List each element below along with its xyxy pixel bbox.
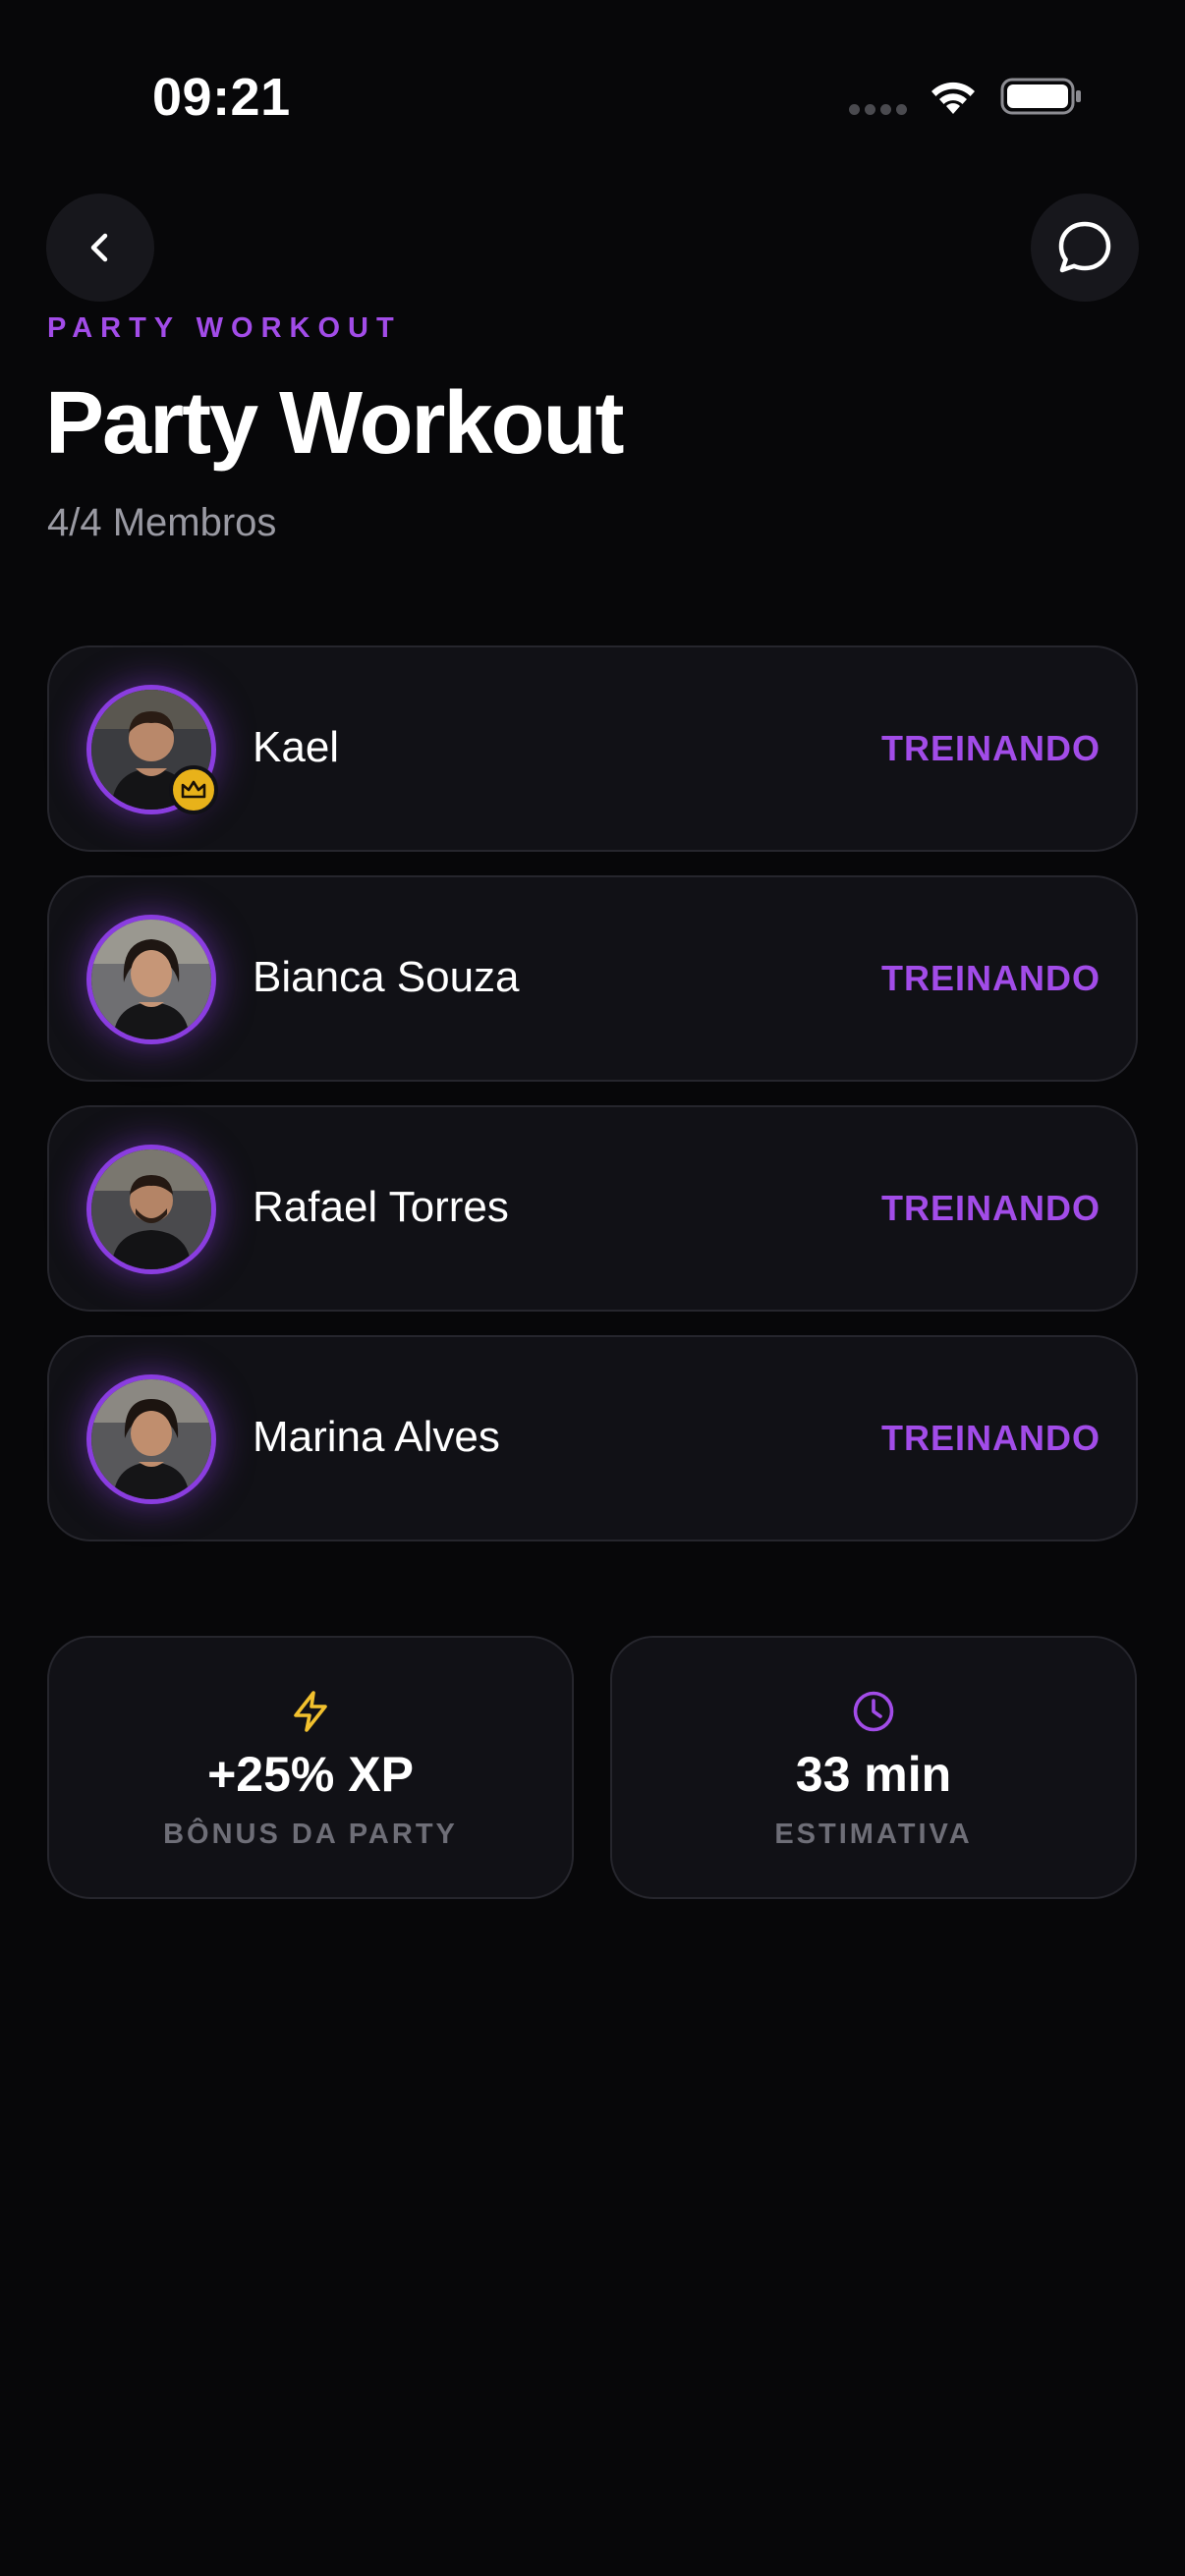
chat-button[interactable]: [1031, 194, 1139, 302]
member-list: Kael TREINANDO Bianca Souza TREINANDO Ra…: [47, 645, 1138, 1565]
page-title: Party Workout: [45, 374, 624, 473]
avatar: [86, 915, 216, 1044]
member-name: Kael: [253, 723, 340, 771]
status-bar: 09:21: [0, 0, 1185, 167]
back-button[interactable]: [46, 194, 154, 302]
lightning-icon: [294, 1691, 327, 1732]
party-bonus-label: BÔNUS DA PARTY: [163, 1819, 458, 1850]
member-name: Marina Alves: [253, 1413, 500, 1461]
wifi-icon: [931, 82, 975, 114]
estimate-card: 33 min ESTIMATIVA: [610, 1636, 1137, 1899]
estimate-value: 33 min: [795, 1747, 952, 1802]
status-time: 09:21: [152, 68, 291, 127]
signal-icon: [849, 104, 908, 116]
member-card[interactable]: Bianca Souza TREINANDO: [47, 875, 1138, 1082]
estimate-label: ESTIMATIVA: [774, 1819, 973, 1850]
clock-icon: [853, 1691, 894, 1732]
chevron-left-icon: [90, 233, 108, 262]
member-name: Bianca Souza: [253, 953, 520, 1001]
avatar: [86, 1374, 216, 1504]
member-card[interactable]: Rafael Torres TREINANDO: [47, 1105, 1138, 1312]
leader-badge: [169, 765, 218, 814]
party-bonus-card: +25% XP BÔNUS DA PARTY: [47, 1636, 574, 1899]
chat-bubble-icon: [1058, 221, 1111, 273]
member-status: TREINANDO: [881, 1188, 1100, 1228]
crown-icon: [181, 780, 206, 799]
member-name: Rafael Torres: [253, 1183, 509, 1231]
member-status: TREINANDO: [881, 1418, 1100, 1458]
member-count: 4/4 Membros: [47, 501, 277, 544]
party-bonus-value: +25% XP: [207, 1747, 414, 1802]
member-card[interactable]: Marina Alves TREINANDO: [47, 1335, 1138, 1541]
member-status: TREINANDO: [881, 958, 1100, 998]
member-card[interactable]: Kael TREINANDO: [47, 645, 1138, 852]
section-eyebrow: PARTY WORKOUT: [47, 312, 402, 344]
avatar: [86, 1145, 216, 1274]
party-workout-screen: 09:21 PARTY WORKOUT Party Workout 4/4 Me…: [0, 0, 1185, 2576]
battery-icon: [1000, 78, 1081, 115]
member-status: TREINANDO: [881, 728, 1100, 768]
